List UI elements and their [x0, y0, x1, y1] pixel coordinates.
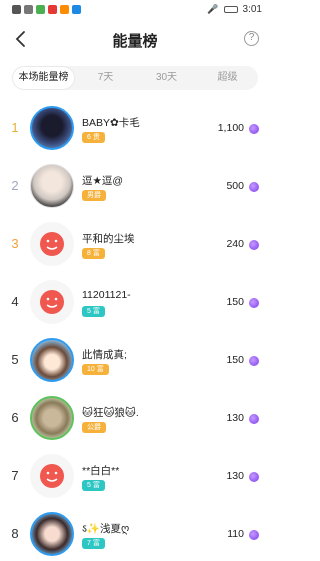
energy-value: 130	[226, 412, 244, 424]
rank-number: 4	[11, 294, 19, 309]
energy-value: 1,100	[217, 122, 244, 134]
ranking-row[interactable]: 6 🐱狂🐱狼🐱. 公爵 130	[0, 390, 270, 448]
user-name: 11201121-	[82, 289, 131, 301]
mic-icon: 🎤	[207, 4, 219, 14]
level-badge: 8 富	[82, 248, 105, 259]
header: 能量榜 ?	[0, 22, 270, 56]
tab-7-days[interactable]: 7天	[75, 66, 136, 90]
rank-number: 8	[11, 526, 19, 541]
coin-icon	[249, 472, 259, 482]
energy-value: 130	[226, 470, 244, 482]
rank-number: 3	[11, 236, 19, 251]
page-title: 能量榜	[112, 33, 158, 50]
battery-icon	[223, 6, 238, 13]
level-badge: 男爵	[82, 190, 106, 201]
avatar[interactable]	[30, 338, 74, 382]
level-badge: 6 贵	[82, 132, 105, 143]
energy-value: 150	[226, 296, 244, 308]
app-icon	[72, 5, 81, 14]
avatar[interactable]	[30, 106, 74, 150]
level-badge: 10 富	[82, 364, 109, 375]
tab-30-days[interactable]: 30天	[136, 66, 197, 90]
ranking-row[interactable]: 1 BABY✿卡毛 6 贵 1,100	[0, 100, 270, 158]
user-name: 平和的尘埃	[82, 233, 135, 245]
help-icon[interactable]: ?	[244, 31, 259, 46]
rank-number: 1	[11, 120, 19, 135]
rank-number: 2	[11, 178, 19, 193]
coin-icon	[249, 530, 259, 540]
level-badge: 5 富	[82, 480, 105, 491]
coin-icon	[249, 298, 259, 308]
tab-bar: 本场能量榜 7天 30天 超级	[12, 66, 258, 90]
energy-value: 240	[226, 238, 244, 250]
coin-icon	[249, 240, 259, 250]
ranking-row[interactable]: 5 此情成真; 10 富 150	[0, 332, 270, 390]
status-time: 3:01	[242, 4, 262, 15]
ranking-row[interactable]: 7 **白白** 5 富 130	[0, 448, 270, 506]
app-icon	[48, 5, 57, 14]
coin-icon	[249, 356, 259, 366]
ranking-row[interactable]: 3 平和的尘埃 8 富 240	[0, 216, 270, 274]
energy-value: 150	[226, 354, 244, 366]
level-badge: 5 富	[82, 306, 105, 317]
avatar[interactable]	[30, 512, 74, 556]
app-icon	[60, 5, 69, 14]
rank-number: 7	[11, 468, 19, 483]
user-name: **白白**	[82, 465, 120, 477]
level-badge: 7 富	[82, 538, 105, 549]
tab-current-session[interactable]: 本场能量榜	[13, 67, 74, 89]
status-bar: 🎤 3:01	[0, 0, 270, 22]
user-name: ऽ✨浅夏ღ	[82, 523, 130, 535]
avatar[interactable]	[30, 222, 74, 266]
coin-icon	[249, 182, 259, 192]
ranking-row[interactable]: 8 ऽ✨浅夏ღ 7 富 110	[0, 506, 270, 561]
ranking-row[interactable]: 2 逗★逗@ 男爵 500	[0, 158, 270, 216]
coin-icon	[249, 414, 259, 424]
wechat-icon	[36, 5, 45, 14]
user-name: 此情成真;	[82, 349, 127, 361]
rank-number: 5	[11, 352, 19, 367]
status-icons	[12, 5, 81, 14]
avatar[interactable]	[30, 164, 74, 208]
avatar[interactable]	[30, 396, 74, 440]
avatar[interactable]	[30, 454, 74, 498]
coin-icon	[249, 124, 259, 134]
energy-value: 110	[227, 528, 244, 540]
user-name: BABY✿卡毛	[82, 117, 140, 129]
tab-super[interactable]: 超级	[197, 66, 258, 90]
wifi-icon	[24, 5, 33, 14]
avatar[interactable]	[30, 280, 74, 324]
rank-number: 6	[11, 410, 19, 425]
level-badge: 公爵	[82, 422, 106, 433]
user-name: 🐱狂🐱狼🐱.	[82, 407, 139, 419]
ranking-row[interactable]: 4 11201121- 5 富 150	[0, 274, 270, 332]
user-name: 逗★逗@	[82, 175, 124, 187]
signal-icon	[12, 5, 21, 14]
energy-value: 500	[226, 180, 244, 192]
